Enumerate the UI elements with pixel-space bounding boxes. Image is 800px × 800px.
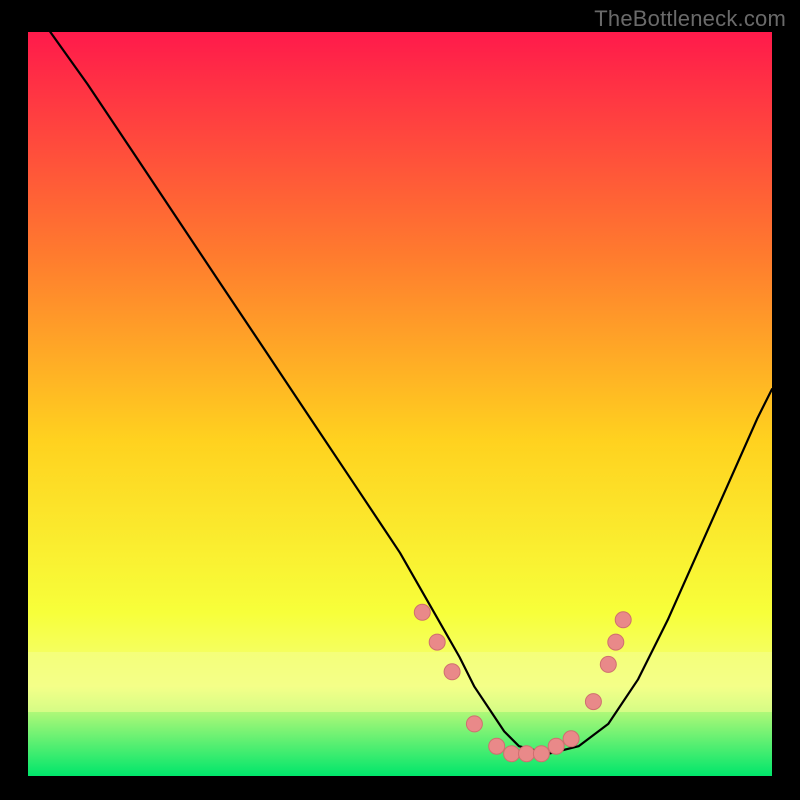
curve-marker xyxy=(548,738,564,754)
curve-marker xyxy=(519,746,535,762)
curve-marker xyxy=(585,694,601,710)
curve-marker xyxy=(489,738,505,754)
curve-marker xyxy=(608,634,624,650)
curve-marker xyxy=(504,746,520,762)
curve-marker xyxy=(429,634,445,650)
pale-band xyxy=(28,652,772,712)
chart-plot-area xyxy=(28,32,772,776)
curve-marker xyxy=(466,716,482,732)
curve-marker xyxy=(615,612,631,628)
chart-svg xyxy=(28,32,772,776)
curve-marker xyxy=(444,664,460,680)
app-frame: TheBottleneck.com xyxy=(0,0,800,800)
curve-marker xyxy=(563,731,579,747)
curve-marker xyxy=(414,604,430,620)
watermark-text: TheBottleneck.com xyxy=(594,6,786,32)
curve-marker xyxy=(533,746,549,762)
curve-marker xyxy=(600,656,616,672)
